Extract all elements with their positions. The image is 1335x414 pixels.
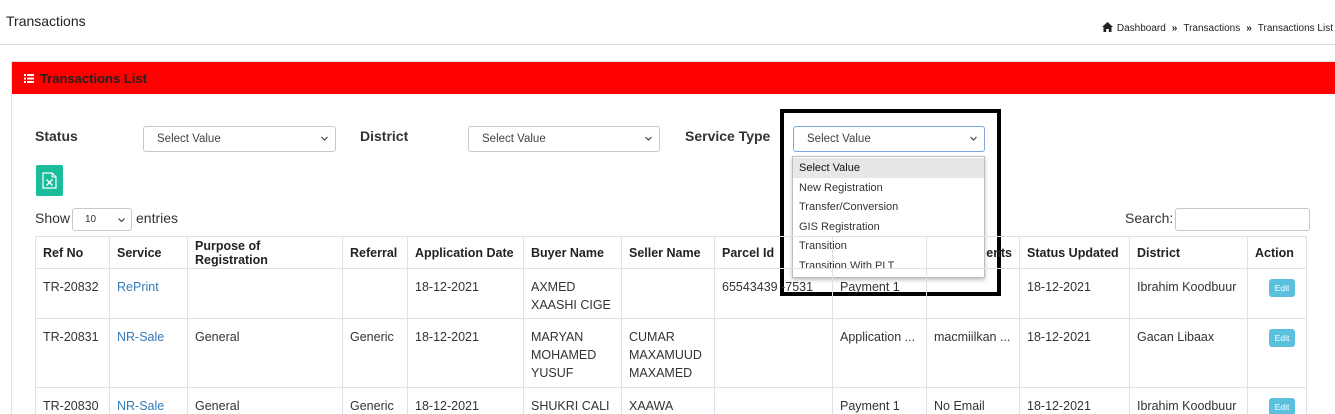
district-select[interactable]: Select Value	[468, 126, 660, 152]
cell-ref: TR-20832	[35, 268, 110, 319]
table-row: TR-20832 RePrint 18-12-2021 AXMED XAASHI…	[35, 268, 1307, 319]
column-header[interactable]: ents	[926, 236, 1020, 269]
dropdown-option[interactable]: New Registration	[793, 178, 984, 198]
cell-purpose: General	[187, 387, 343, 414]
column-header[interactable]: Seller Name	[621, 236, 715, 269]
chevron-down-icon	[645, 136, 652, 141]
table-row: TR-20831 NR-Sale General Generic 18-12-2…	[35, 318, 1307, 388]
cell-ref: TR-20831	[35, 318, 110, 388]
panel-header: Transactions List	[12, 62, 1335, 94]
search-input[interactable]	[1175, 208, 1310, 231]
column-header[interactable]: Application Date	[407, 236, 524, 269]
cell-status: Payment 1	[832, 387, 927, 414]
district-label: District	[360, 128, 409, 144]
breadcrumb-transactions[interactable]: Transactions	[1183, 23, 1240, 34]
cell-parcel: 65543439 -7531	[714, 268, 833, 319]
search-label: Search:	[1125, 210, 1174, 226]
dropdown-option[interactable]: GIS Registration	[793, 217, 984, 237]
panel-title-text: Transactions List	[40, 71, 147, 86]
cell-buyer: MARYAN MOHAMED YUSUF	[523, 318, 622, 388]
status-select[interactable]: Select Value	[143, 126, 336, 152]
page-title: Transactions	[6, 13, 86, 29]
service-link[interactable]: NR-Sale	[117, 399, 164, 413]
panel-title: Transactions List	[24, 71, 147, 86]
service-link[interactable]: RePrint	[117, 280, 159, 294]
list-icon	[24, 74, 34, 83]
column-header[interactable]: Action	[1247, 236, 1307, 269]
service-link[interactable]: NR-Sale	[117, 330, 164, 344]
status-label: Status	[35, 128, 78, 144]
cell-updated: 18-12-2021	[1019, 387, 1130, 414]
cell-app-date: 18-12-2021	[407, 318, 524, 388]
home-icon	[1101, 22, 1113, 32]
dropdown-option[interactable]: Select Value	[793, 158, 984, 178]
export-excel-button[interactable]	[36, 165, 63, 196]
cell-buyer: AXMED XAASHI CIGE	[523, 268, 622, 319]
cell-referral	[342, 268, 408, 319]
column-header[interactable]: Status Updated	[1019, 236, 1130, 269]
show-label: Show	[35, 210, 71, 226]
cell-app-date: 18-12-2021	[407, 387, 524, 414]
transactions-table: Ref No Service Purpose of Registration R…	[35, 236, 1307, 414]
entries-label: entries	[136, 210, 179, 226]
cell-agent: No Email	[926, 387, 1020, 414]
cell-updated: 18-12-2021	[1019, 268, 1130, 319]
cell-app-date: 18-12-2021	[407, 268, 524, 319]
cell-buyer: SHUKRI CALI	[523, 387, 622, 414]
breadcrumb-separator: »	[1171, 23, 1178, 34]
cell-district: Gacan Libaax	[1129, 318, 1248, 388]
cell-agent	[926, 268, 1020, 319]
cell-ref: TR-20830	[35, 387, 110, 414]
cell-referral: Generic	[342, 387, 408, 414]
chevron-down-icon	[970, 136, 977, 141]
column-header[interactable]: Buyer Name	[523, 236, 622, 269]
column-header[interactable]: Purpose of Registration	[187, 236, 343, 269]
breadcrumb-separator: »	[1246, 23, 1252, 34]
service-type-select-value: Select Value	[807, 133, 871, 145]
cell-purpose: General	[187, 318, 343, 388]
column-header[interactable]: Referral	[342, 236, 408, 269]
breadcrumb: Dashboard » Transactions » Transactions List	[1101, 22, 1333, 34]
cell-updated: 18-12-2021	[1019, 318, 1130, 388]
breadcrumb-dashboard[interactable]: Dashboard	[1117, 23, 1166, 34]
column-header[interactable]	[832, 236, 927, 269]
column-header[interactable]: Ref No	[35, 236, 110, 269]
column-header[interactable]: District	[1129, 236, 1248, 269]
column-header[interactable]: Parcel Id	[714, 236, 833, 269]
column-header[interactable]: Service	[109, 236, 188, 269]
table-row: TR-20830 NR-Sale General Generic 18-12-2…	[35, 387, 1307, 414]
service-type-select[interactable]: Select Value	[793, 126, 985, 152]
cell-purpose	[187, 268, 343, 319]
cell-seller	[621, 268, 715, 319]
cell-seller: XAAWA	[621, 387, 715, 414]
district-select-value: Select Value	[482, 133, 546, 145]
table-header-row: Ref No Service Purpose of Registration R…	[35, 236, 1307, 269]
dropdown-option[interactable]: Transfer/Conversion	[793, 197, 984, 217]
breadcrumb-transactions-list: Transactions List	[1257, 23, 1333, 34]
cell-status: Payment 1	[832, 268, 927, 319]
edit-button[interactable]: Edit	[1269, 279, 1295, 297]
excel-icon	[42, 172, 57, 189]
cell-parcel	[714, 387, 833, 414]
cell-parcel	[714, 318, 833, 388]
entries-select[interactable]: 10	[72, 208, 132, 231]
edit-button[interactable]: Edit	[1269, 329, 1295, 347]
edit-button[interactable]: Edit	[1269, 398, 1295, 414]
chevron-down-icon	[118, 218, 125, 223]
cell-status: Application ...	[832, 318, 927, 388]
top-bar: Transactions Dashboard » Transactions » Tran…	[0, 0, 1335, 45]
entries-select-value: 10	[85, 214, 97, 225]
service-type-label: Service Type	[685, 128, 771, 144]
cell-agent: macmiilkan ...	[926, 318, 1020, 388]
cell-district: Ibrahim Koodbuur	[1129, 387, 1248, 414]
chevron-down-icon	[321, 136, 328, 141]
cell-seller: CUMAR MAXAMUUD MAXAMED	[621, 318, 715, 388]
cell-district: Ibrahim Koodbuur	[1129, 268, 1248, 319]
cell-referral: Generic	[342, 318, 408, 388]
status-select-value: Select Value	[157, 133, 221, 145]
